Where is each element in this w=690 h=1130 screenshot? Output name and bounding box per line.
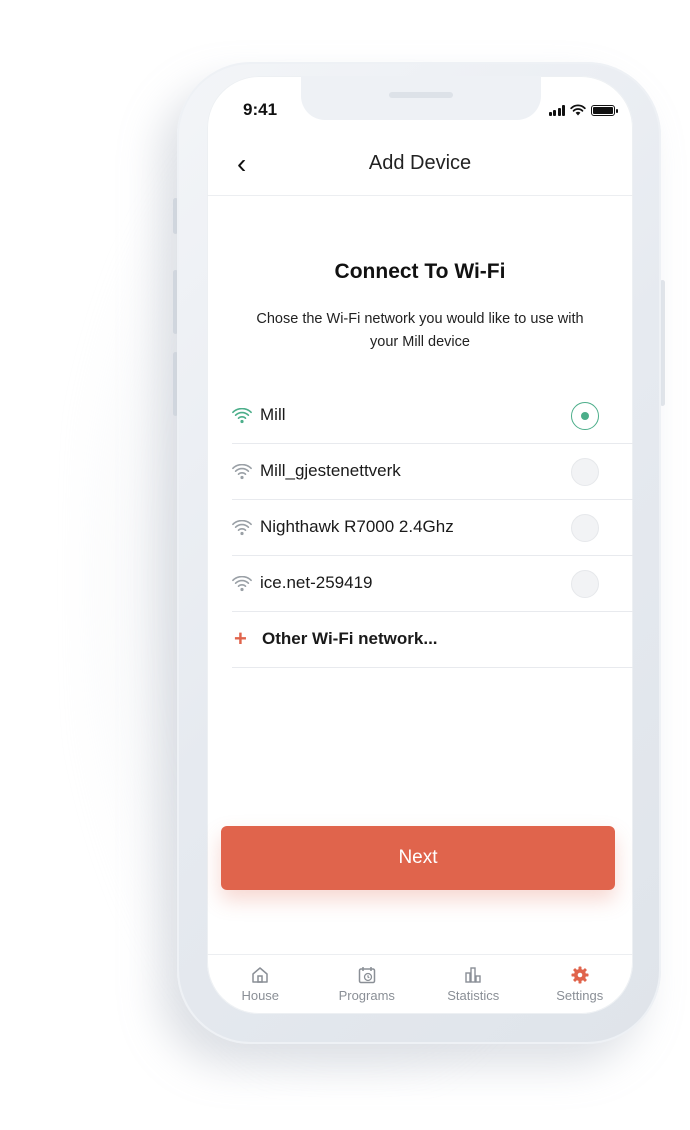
wifi-network-row[interactable]: Nighthawk R7000 2.4Ghz bbox=[232, 500, 633, 556]
wifi-network-list: Mill Mill_gjestenettverk Nighthawk R7000… bbox=[232, 388, 633, 668]
tab-settings[interactable]: Settings bbox=[527, 955, 634, 1014]
section-heading: Connect To Wi-Fi bbox=[334, 260, 506, 283]
network-name: Mill_gjestenettverk bbox=[260, 461, 401, 480]
bar-chart-icon bbox=[465, 967, 481, 983]
cellular-signal-icon bbox=[548, 104, 565, 116]
plus-icon: + bbox=[234, 626, 247, 651]
tab-statistics[interactable]: Statistics bbox=[420, 955, 527, 1014]
network-name: ice.net-259419 bbox=[260, 573, 373, 592]
notch bbox=[301, 76, 541, 120]
mockup-stage: 9:41 ‹ Add Device Connect To Wi-Fi Chose… bbox=[0, 0, 690, 1130]
status-time: 9:41 bbox=[243, 100, 278, 119]
radio-selected[interactable] bbox=[571, 402, 599, 430]
battery-icon bbox=[591, 104, 618, 116]
wifi-status-icon bbox=[570, 104, 586, 116]
tab-label: House bbox=[241, 988, 280, 1003]
page-title: Add Device bbox=[368, 152, 472, 174]
section-subtitle: Chose the Wi-Fi network you would like t… bbox=[256, 311, 584, 350]
wifi-icon bbox=[232, 464, 252, 480]
radio-unselected[interactable] bbox=[571, 570, 599, 598]
tab-label: Settings bbox=[556, 988, 604, 1003]
wifi-icon bbox=[232, 520, 252, 536]
network-name: Nighthawk R7000 2.4Ghz bbox=[260, 517, 454, 536]
wifi-network-row[interactable]: Mill bbox=[232, 388, 633, 444]
tab-bar: House Programs Statistics Settings bbox=[207, 954, 633, 1014]
status-icons bbox=[548, 104, 618, 116]
speaker-grille bbox=[389, 92, 453, 98]
wifi-network-row[interactable]: ice.net-259419 bbox=[232, 556, 633, 612]
wifi-icon bbox=[232, 576, 252, 592]
phone-screen: 9:41 ‹ Add Device Connect To Wi-Fi Chose… bbox=[207, 76, 633, 1014]
house-icon bbox=[252, 967, 268, 983]
tab-label: Programs bbox=[338, 988, 395, 1003]
tab-programs[interactable]: Programs bbox=[314, 955, 421, 1014]
network-name: Mill bbox=[260, 405, 286, 424]
calendar-clock-icon bbox=[358, 967, 375, 984]
other-network-row[interactable]: + Other Wi-Fi network... bbox=[232, 612, 633, 668]
tab-house[interactable]: House bbox=[207, 955, 314, 1014]
next-button[interactable]: Next bbox=[221, 826, 615, 890]
wifi-icon bbox=[232, 408, 252, 424]
radio-unselected[interactable] bbox=[571, 514, 599, 542]
tab-label: Statistics bbox=[447, 988, 500, 1003]
other-network-label: Other Wi-Fi network... bbox=[262, 629, 438, 648]
radio-unselected[interactable] bbox=[571, 458, 599, 486]
navigation-bar: ‹ Add Device bbox=[207, 140, 633, 196]
gear-icon bbox=[571, 966, 589, 984]
wifi-network-row[interactable]: Mill_gjestenettverk bbox=[232, 444, 633, 500]
